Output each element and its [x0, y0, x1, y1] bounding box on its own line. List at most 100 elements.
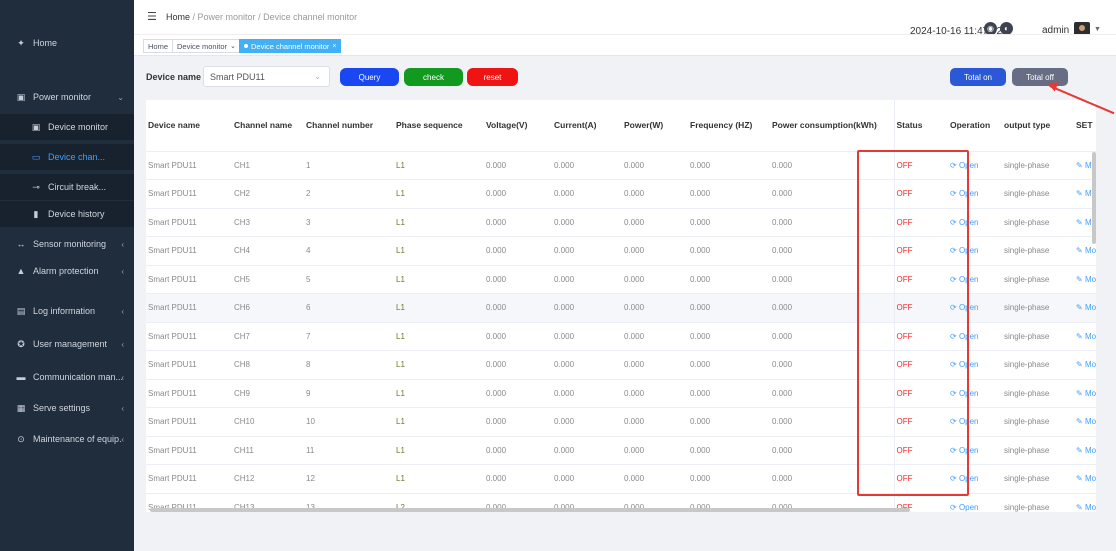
chevron-icon: ⌄: [117, 92, 124, 102]
cell-text: Modify: [1084, 417, 1096, 427]
table-cell: CH6: [232, 293, 304, 323]
table-cell: 10: [304, 407, 394, 437]
modify-button[interactable]: ✎ Modify: [1074, 493, 1096, 512]
device-name-label: Device name: [146, 72, 202, 82]
filter-toolbar: Device name Smart PDU11 ⌄ Query check re…: [134, 56, 1116, 98]
edit-icon: ✎: [1076, 331, 1085, 341]
sidebar-item-power-monitor[interactable]: ▣ Power monitor ⌄: [0, 84, 134, 110]
table-cell: single-phase: [1002, 265, 1074, 294]
close-icon[interactable]: ×: [332, 43, 336, 50]
sidebar-item-user-management[interactable]: ✪ User management ‹: [0, 331, 134, 357]
device-name-select[interactable]: Smart PDU11 ⌄: [203, 66, 330, 87]
tag-device-monitor[interactable]: Device monitor ⌄: [172, 39, 241, 53]
table-cell: 0.000: [552, 379, 622, 408]
table-cell: 0.000: [484, 236, 552, 266]
table-cell: Smart PDU11: [146, 407, 232, 437]
sidebar-item-maintenance-of-equip[interactable]: ⊙ Maintenance of equip. ‹: [0, 426, 134, 452]
column-header-status: Status: [893, 100, 948, 152]
total-off-button[interactable]: Total off: [1012, 68, 1068, 86]
total-on-button[interactable]: Total on: [950, 68, 1006, 86]
modify-button[interactable]: ✎ Modify: [1074, 436, 1096, 465]
modify-button[interactable]: ✎ Modify: [1074, 464, 1096, 494]
table-cell: 0.000: [622, 151, 688, 180]
table-cell: Smart PDU11: [146, 179, 232, 209]
tag-device-channel-monitor[interactable]: Device channel monitor ×: [239, 39, 342, 53]
chevron-icon: ‹: [121, 306, 124, 316]
table-cell: 0.000: [622, 208, 688, 237]
chevron-down-icon[interactable]: ⌄: [230, 42, 236, 50]
chevron-down-icon[interactable]: ▼: [1094, 26, 1101, 33]
table-cell: single-phase: [1002, 322, 1074, 351]
edit-icon: ✎: [1076, 445, 1085, 455]
table-cell: 11: [304, 436, 394, 465]
horizontal-scrollbar[interactable]: [150, 508, 910, 512]
sidebar-item-device-monitor[interactable]: ▣ Device monitor: [0, 114, 134, 140]
table-cell: 0.000: [688, 179, 770, 209]
edit-icon: ✎: [1076, 360, 1085, 370]
table-cell: Smart PDU11: [146, 350, 232, 380]
breadcrumb-power-monitor[interactable]: Power monitor: [198, 12, 256, 22]
table-cell: L1: [394, 407, 484, 437]
table-cell: 0.000: [552, 179, 622, 209]
sidebar-item-device-history[interactable]: ▮ Device history: [0, 201, 134, 227]
table-cell: 4: [304, 236, 394, 266]
table-cell: 0.000: [622, 265, 688, 294]
check-button[interactable]: check: [404, 68, 463, 86]
query-button[interactable]: Query: [340, 68, 399, 86]
table-cell: 0.000: [688, 293, 770, 323]
modify-button[interactable]: ✎ Modify: [1074, 407, 1096, 437]
dashboard-icon: ✦: [17, 37, 25, 48]
breadcrumb-separator: /: [255, 12, 264, 22]
table-cell: CH12: [232, 464, 304, 494]
sidebar-item-log-information[interactable]: ▤ Log information ‹: [0, 298, 134, 324]
table-cell: 0.000: [484, 265, 552, 294]
menu-toggle-icon[interactable]: ☰: [147, 10, 157, 23]
table-cell: Smart PDU11: [146, 151, 232, 180]
sidebar-item-serve-settings[interactable]: ▦ Serve settings ‹: [0, 395, 134, 421]
log-icon: ▤: [16, 305, 26, 316]
sidebar-item-label: Circuit break...: [48, 182, 107, 192]
tag-home[interactable]: Home: [143, 39, 174, 53]
chevron-icon: ‹: [121, 434, 124, 444]
cell-text: Modify: [1084, 445, 1096, 455]
sidebar-item-label: User management: [33, 339, 108, 349]
table-cell: L1: [394, 293, 484, 323]
sidebar-item-device-chan[interactable]: ▭ Device chan...: [0, 144, 134, 170]
table-cell: L1: [394, 350, 484, 380]
table-cell: 0.000: [622, 293, 688, 323]
table-cell: 0.000: [484, 322, 552, 351]
table-cell: single-phase: [1002, 436, 1074, 465]
modify-button[interactable]: ✎ Modify: [1074, 322, 1096, 351]
modify-button[interactable]: ✎ Modify: [1074, 293, 1096, 323]
top-header: ☰ Home / Power monitor / Device channel …: [134, 0, 1116, 38]
table-cell: Smart PDU11: [146, 379, 232, 408]
sidebar-item-alarm-protection[interactable]: ▲ Alarm protection ‹: [0, 258, 134, 284]
modify-button[interactable]: ✎ Modify: [1074, 379, 1096, 408]
table-cell: Smart PDU11: [146, 265, 232, 294]
table-cell: 0.000: [552, 293, 622, 323]
reset-button[interactable]: reset: [467, 68, 518, 86]
table-cell: 0.000: [622, 322, 688, 351]
cell-text: Modify: [1084, 331, 1096, 341]
table-cell: 0.000: [622, 379, 688, 408]
user-gear-icon: ✪: [17, 338, 25, 349]
sidebar-item-circuit-break[interactable]: ⊸ Circuit break...: [0, 174, 134, 200]
tag-label: Device monitor: [177, 41, 228, 51]
breadcrumb-home[interactable]: Home: [166, 12, 190, 22]
sidebar-item-label: Serve settings: [33, 403, 91, 413]
table-cell: 0.000: [552, 436, 622, 465]
vertical-scrollbar[interactable]: [1092, 152, 1096, 244]
column-header-set: SET: [1074, 100, 1096, 152]
sidebar: ✦ Home ▣ Power monitor ⌄ ▣ Device monitor ▭ Devi…: [0, 0, 134, 551]
sidebar-item-sensor-monitoring[interactable]: ↔ Sensor monitoring ‹: [0, 231, 134, 257]
sidebar-item-communication-man[interactable]: ▬ Communication man... ‹: [0, 364, 134, 390]
sidebar-item-home[interactable]: ✦ Home: [0, 30, 134, 56]
modify-button[interactable]: ✎ Modify: [1074, 350, 1096, 380]
sidebar-item-label: Device monitor: [48, 122, 109, 132]
sidebar-item-label: Alarm protection: [33, 266, 99, 276]
table-cell: single-phase: [1002, 464, 1074, 494]
column-header-channel-name: Channel name: [232, 100, 304, 152]
table-cell: 12: [304, 464, 394, 494]
modify-button[interactable]: ✎ Modify: [1074, 265, 1096, 294]
table-cell: 0.000: [688, 350, 770, 380]
